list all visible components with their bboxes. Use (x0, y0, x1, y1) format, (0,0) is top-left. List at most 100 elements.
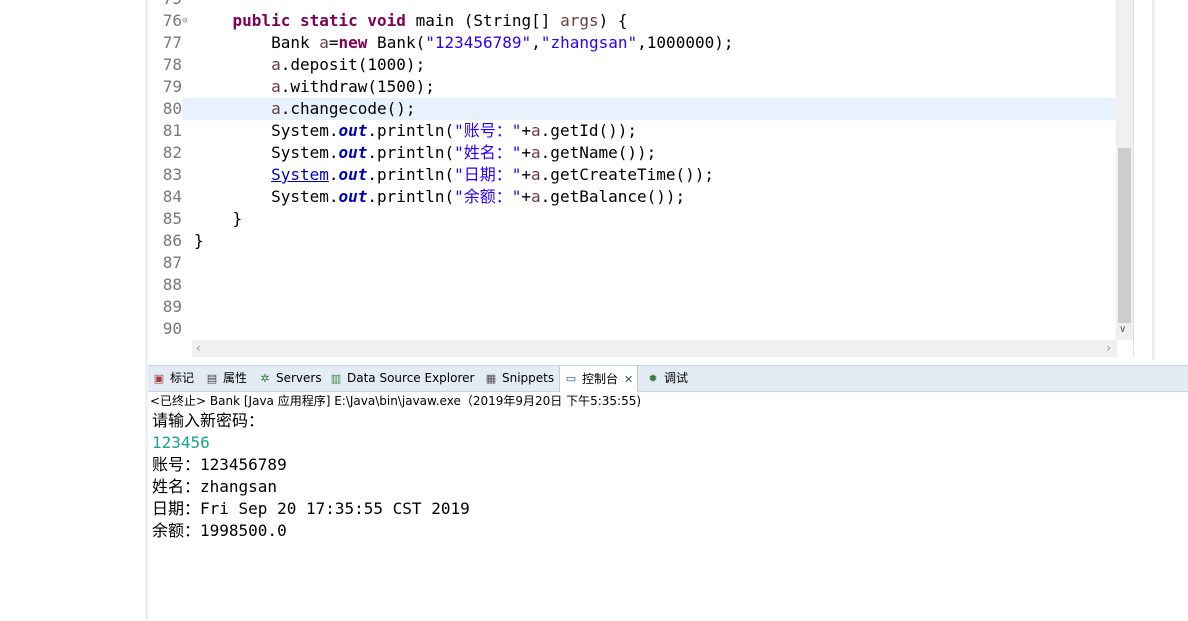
vertical-scrollbar-thumb[interactable] (1118, 148, 1131, 323)
code-token: out (338, 187, 368, 206)
line-number: 79 (148, 76, 182, 98)
line-number: 82 (148, 142, 182, 164)
snippets-icon: ▦ (485, 371, 497, 385)
code-lines[interactable]: 7576⊖ public static void main (String[] … (148, 0, 1118, 340)
code-line[interactable]: 77 Bank a=new Bank("123456789","zhangsan… (148, 32, 1118, 54)
console-line: 姓名：zhangsan (152, 477, 278, 496)
line-number: 81 (148, 120, 182, 142)
code-token: + (521, 121, 532, 140)
tab-snippets[interactable]: ▦ Snippets (484, 366, 554, 391)
console-line: 日期：Fri Sep 20 17:35:55 CST 2019 (152, 499, 470, 518)
code-token: , (531, 33, 541, 52)
code-token: .println( (367, 121, 455, 140)
tab-data-source[interactable]: ▥ Data Source Explorer (329, 366, 475, 391)
code-token: a (531, 143, 541, 162)
code-token: } (194, 209, 243, 228)
code-token: a (531, 121, 541, 140)
code-text: System.out.println("账号："+a.getId()); (194, 120, 637, 142)
tab-label: 控制台 (582, 371, 619, 386)
code-token: a (531, 165, 541, 184)
code-text: public static void main (String[] args) … (194, 10, 628, 32)
code-line[interactable]: 84 System.out.println("余额："+a.getBalance… (148, 186, 1118, 208)
vertical-scrollbar[interactable]: ∨ (1116, 0, 1133, 340)
code-token: Bank( (367, 33, 426, 52)
code-line[interactable]: 89 (148, 296, 1118, 318)
code-line[interactable]: 90 (148, 318, 1118, 340)
tab-console[interactable]: ▭ 控制台 ✕ (559, 366, 639, 392)
left-panel (0, 0, 146, 621)
line-number: 76 (148, 10, 182, 32)
code-token: .getId()); (540, 121, 637, 140)
code-token: "123456789" (425, 33, 532, 52)
code-line[interactable]: 88 (148, 274, 1118, 296)
code-line[interactable]: 83 System.out.println("日期："+a.getCreateT… (148, 164, 1118, 186)
code-editor[interactable]: 7576⊖ public static void main (String[] … (148, 0, 1134, 358)
scroll-right-icon[interactable]: › (1106, 341, 1111, 355)
fold-toggle-icon[interactable]: ⊖ (182, 10, 192, 32)
tab-markers[interactable]: ▣ 标记 (152, 366, 194, 391)
code-token: a (531, 187, 541, 206)
code-token: ) { (598, 11, 628, 30)
code-line[interactable]: 81 System.out.println("账号："+a.getId()); (148, 120, 1118, 142)
code-token: new (338, 33, 368, 52)
code-token: "账号：" (454, 121, 522, 140)
code-token: + (521, 165, 532, 184)
code-token: .changecode(); (280, 99, 416, 118)
code-token: + (521, 187, 532, 206)
scroll-left-icon[interactable]: ‹ (196, 341, 201, 355)
code-token: .getName()); (540, 143, 657, 162)
console-output[interactable]: 请输入新密码： 123456 账号：123456789 姓名：zhangsan 日期：F… (152, 410, 470, 542)
scroll-down-icon[interactable]: ∨ (1119, 324, 1126, 335)
code-line[interactable]: 76 ⊖ public static void main (String[] ar… (148, 10, 1118, 32)
code-token: static (299, 11, 358, 30)
code-line[interactable]: 87 (148, 252, 1118, 274)
console-user-input: 123456 (152, 433, 210, 452)
code-token: System. (194, 121, 339, 140)
line-number: 85 (148, 208, 182, 230)
line-number: 75 (148, 0, 182, 10)
line-number: 90 (148, 318, 182, 340)
debug-icon: ✹ (648, 371, 658, 385)
horizontal-scrollbar[interactable]: ‹ › (192, 340, 1117, 357)
code-line[interactable]: 82 System.out.println("姓名："+a.getName())… (148, 142, 1118, 164)
tab-properties[interactable]: ▤ 属性 (205, 366, 247, 391)
console-header: <已终止> Bank [Java 应用程序] E:\Java\bin\javaw… (150, 394, 642, 408)
code-token: } (194, 231, 204, 250)
code-line[interactable]: 80 a.changecode(); (148, 98, 1118, 120)
servers-icon: ✲ (260, 371, 270, 385)
console-line: 账号：123456789 (152, 455, 287, 474)
code-token: ,1000000); (637, 33, 734, 52)
tab-label: 调试 (664, 371, 689, 385)
close-tab-icon[interactable]: ✕ (624, 367, 633, 392)
line-number: 84 (148, 186, 182, 208)
code-line[interactable]: 86} (148, 230, 1118, 252)
line-number: 80 (148, 98, 182, 120)
tab-label: Data Source Explorer (347, 371, 475, 385)
line-number: 88 (148, 274, 182, 296)
code-text: Bank a=new Bank("123456789","zhangsan",1… (194, 32, 733, 54)
code-token: .getBalance()); (540, 187, 686, 206)
code-token: main (String[] (405, 11, 561, 30)
tab-label: 属性 (223, 371, 248, 385)
code-text: System.out.println("余额："+a.getBalance())… (194, 186, 685, 208)
tab-servers[interactable]: ✲ Servers (258, 366, 321, 391)
console-line: 余额：1998500.0 (152, 521, 287, 540)
code-link[interactable]: System (271, 165, 329, 184)
code-token: "余额：" (454, 187, 522, 206)
code-token: a (319, 33, 329, 52)
code-token: void (367, 11, 406, 30)
code-line[interactable]: 85 } (148, 208, 1118, 230)
view-tab-bar: ▣ 标记 ▤ 属性 ✲ Servers ▥ Data Source Explorer ▦ Snip… (148, 365, 1188, 392)
code-line[interactable]: 75 (148, 0, 1118, 10)
code-text: System.out.println("姓名："+a.getName()); (194, 142, 656, 164)
code-line[interactable]: 79 a.withdraw(1500); (148, 76, 1118, 98)
tab-debug[interactable]: ✹ 调试 (646, 366, 688, 391)
code-line[interactable]: 78 a.deposit(1000); (148, 54, 1118, 76)
code-text: } (194, 230, 204, 252)
